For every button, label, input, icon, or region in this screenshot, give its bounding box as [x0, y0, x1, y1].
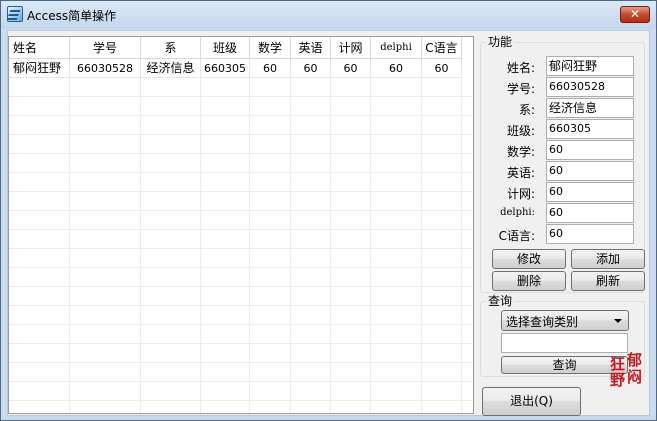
class-label: 班级: [506, 124, 535, 138]
delphi-field[interactable]: 60 [546, 203, 634, 223]
query-group-title: 查询 [486, 294, 515, 308]
title-bar[interactable]: Access简单操作 ✕ [1, 1, 656, 29]
cell-class: 660305 [201, 59, 250, 78]
app-icon [7, 6, 23, 22]
cell-clang: 60 [422, 59, 462, 78]
window-title: Access简单操作 [27, 9, 117, 23]
column-header-math[interactable]: 数学 [250, 37, 291, 59]
column-header-class[interactable]: 班级 [201, 37, 250, 59]
modify-button[interactable]: 修改 [492, 249, 566, 269]
query-category-value: 选择查询类别 [506, 315, 579, 329]
english-field[interactable]: 60 [546, 161, 634, 181]
function-group: 功能 姓名: 郁闷狂野 学号: 66030528 系: 经济信息 班级: 660… [480, 35, 645, 293]
dept-field[interactable]: 经济信息 [546, 98, 634, 118]
column-header-english[interactable]: 英语 [291, 37, 331, 59]
cell-name: 郁闷狂野 [9, 59, 70, 78]
empty-grid-rows [9, 78, 473, 413]
app-window: Access简单操作 ✕ 姓名 学号 系 班级 数学 英语 计网 delphi … [0, 0, 657, 421]
grid-header: 姓名 学号 系 班级 数学 英语 计网 delphi C语言 [9, 37, 462, 59]
function-group-title: 功能 [486, 35, 515, 49]
cell-network: 60 [331, 59, 371, 78]
logo-char: 闷 [627, 368, 643, 386]
cell-math: 60 [250, 59, 291, 78]
column-header-id[interactable]: 学号 [70, 37, 141, 59]
cell-delphi: 60 [371, 59, 422, 78]
table-row[interactable]: 郁闷狂野 66030528 经济信息 660305 60 60 60 60 60 [9, 59, 462, 78]
client-area: 姓名 学号 系 班级 数学 英语 计网 delphi C语言 郁闷狂野 6603… [7, 30, 650, 416]
column-header-network[interactable]: 计网 [331, 37, 371, 59]
column-header-delphi[interactable]: delphi [371, 37, 422, 59]
logo-char: 野 [610, 371, 626, 389]
math-field[interactable]: 60 [546, 140, 634, 160]
id-label: 学号: [506, 82, 535, 96]
student-grid[interactable]: 姓名 学号 系 班级 数学 英语 计网 delphi C语言 郁闷狂野 6603… [8, 36, 474, 414]
network-field[interactable]: 60 [546, 182, 634, 202]
class-field[interactable]: 660305 [546, 119, 634, 139]
logo-char: 狂 [610, 355, 626, 373]
query-category-select[interactable]: 选择查询类别 [501, 310, 629, 331]
name-label: 姓名: [506, 61, 535, 75]
delete-button[interactable]: 删除 [492, 271, 566, 291]
cell-english: 60 [291, 59, 331, 78]
english-label: 英语: [506, 166, 535, 180]
query-input[interactable] [501, 333, 628, 353]
cell-id: 66030528 [70, 59, 141, 78]
column-header-dept[interactable]: 系 [141, 37, 201, 59]
logo-char: 郁 [627, 351, 643, 369]
column-header-clang[interactable]: C语言 [422, 37, 462, 59]
add-button[interactable]: 添加 [571, 249, 645, 269]
dept-label: 系: [518, 103, 535, 117]
name-field[interactable]: 郁闷狂野 [546, 56, 634, 76]
cell-dept: 经济信息 [141, 59, 201, 78]
close-button[interactable]: ✕ [620, 6, 650, 23]
column-header-name[interactable]: 姓名 [9, 37, 70, 59]
clang-label: C语言: [498, 229, 535, 243]
id-field[interactable]: 66030528 [546, 77, 634, 97]
network-label: 计网: [506, 187, 535, 201]
exit-button[interactable]: 退出(Q) [482, 387, 581, 416]
clang-field[interactable]: 60 [546, 224, 634, 244]
chevron-down-icon [614, 319, 622, 323]
author-logo: 郁 闷 狂 野 [607, 352, 645, 388]
math-label: 数学: [506, 145, 535, 159]
refresh-button[interactable]: 刷新 [571, 271, 645, 291]
delphi-label: delphi: [500, 207, 535, 218]
